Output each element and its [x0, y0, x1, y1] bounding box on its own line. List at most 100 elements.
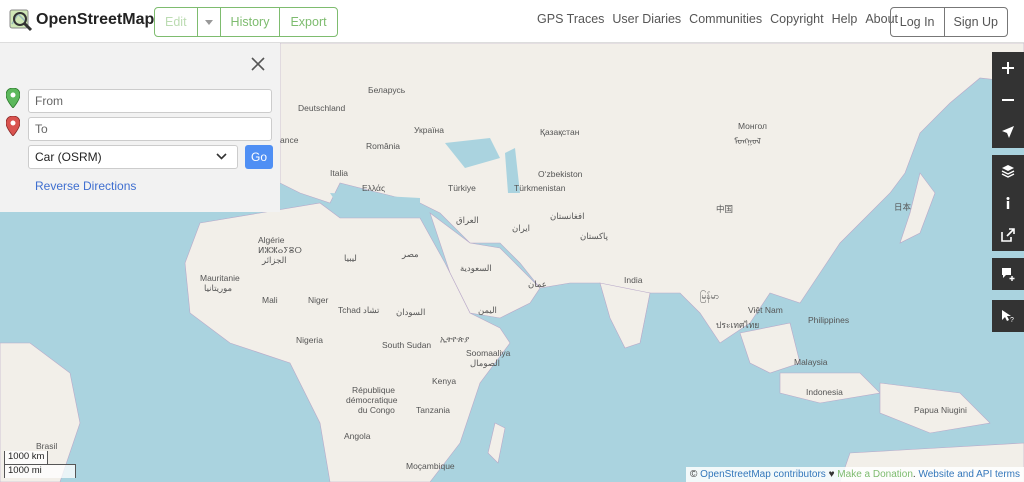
map-label-saudi: السعودية — [460, 263, 492, 273]
map-label-turkiye: Türkiye — [448, 183, 476, 193]
share-button[interactable] — [992, 219, 1024, 251]
map-label-deutschland: Deutschland — [298, 103, 346, 113]
map-label-mongol: Монгол — [738, 121, 768, 131]
from-input[interactable] — [28, 89, 272, 113]
minus-icon — [1002, 99, 1014, 101]
map-label-uzbekiston: O‘zbekiston — [538, 169, 583, 179]
api-terms-link[interactable]: Website and API terms — [918, 469, 1020, 480]
history-button[interactable]: History — [221, 8, 281, 36]
map-label-iraq: العراق — [456, 215, 479, 225]
nav-help[interactable]: Help — [832, 12, 858, 26]
info-icon — [1006, 197, 1010, 209]
nav-gps-traces[interactable]: GPS Traces — [537, 12, 604, 26]
map-label-iran: ایران — [512, 223, 531, 233]
reverse-directions-link[interactable]: Reverse Directions — [35, 179, 136, 193]
login-button[interactable]: Log In — [891, 8, 945, 36]
caret-down-icon — [204, 19, 213, 25]
map-label-niger: Niger — [308, 295, 329, 305]
map-label-kazakhstan: Қазақстан — [540, 127, 580, 137]
map-label-rdc-3: du Congo — [358, 405, 395, 415]
map-label-somalia: Soomaaliya — [466, 348, 511, 358]
map-label-zhongguo: 中国 — [716, 204, 734, 214]
map-label-nihon: 日本 — [894, 202, 912, 212]
close-icon[interactable] — [250, 56, 266, 72]
top-nav: GPS Traces User Diaries Communities Copy… — [537, 12, 898, 26]
edit-button[interactable]: Edit — [155, 8, 198, 36]
map-label-malaysia: Malaysia — [794, 357, 828, 367]
map-label-yemen: اليمن — [478, 305, 497, 315]
map-label-myanmar: မြန်မာ — [700, 291, 720, 301]
routing-engine-select[interactable]: Car (OSRM) — [28, 145, 238, 169]
openstreetmap-logo-icon[interactable] — [8, 8, 34, 34]
map-label-mauritanie: Mauritanie — [200, 273, 240, 283]
note-tools — [992, 258, 1024, 290]
geolocate-button[interactable] — [992, 116, 1024, 148]
map-key-button[interactable] — [992, 187, 1024, 219]
cursor-question-icon: ? — [1002, 310, 1014, 323]
edit-dropdown-button[interactable] — [198, 8, 221, 36]
map-label-south-sudan: South Sudan — [382, 340, 432, 350]
signup-button[interactable]: Sign Up — [945, 8, 1007, 36]
map-label-algerie: Algérie — [258, 235, 285, 245]
map-label-kenya: Kenya — [432, 376, 457, 386]
map-label-belarus: Беларусь — [368, 85, 406, 95]
donate-link[interactable]: Make a Donation — [837, 469, 913, 480]
start-marker-icon — [6, 88, 20, 108]
query-tools: ? — [992, 300, 1024, 332]
map-label-thailand: ประเทศไทย — [716, 320, 760, 330]
attribution-contributors-link[interactable]: OpenStreetMap contributors — [700, 469, 826, 480]
map-label-afghanistan: افغانستان — [550, 211, 585, 221]
layers-button[interactable] — [992, 155, 1024, 187]
map-label-rdc-1: République — [352, 385, 396, 395]
map-label-france: ance — [280, 135, 299, 145]
nav-copyright[interactable]: Copyright — [770, 12, 824, 26]
add-note-icon — [1002, 268, 1015, 281]
map-label-turkmenistan: Türkmenistan — [514, 183, 566, 193]
map-label-ethiopia: ኢትዮጵያ — [440, 334, 470, 344]
map-label-tchad: Tchad تشاد — [338, 305, 380, 315]
layers-icon — [1001, 165, 1015, 178]
nav-user-diaries[interactable]: User Diaries — [612, 12, 681, 26]
map-label-pakistan: پاکستان — [580, 231, 608, 241]
edit-button-group: Edit History Export — [154, 7, 338, 37]
attribution: © OpenStreetMap contributors ♥ Make a Do… — [686, 467, 1024, 482]
map-label-somalia-arabic: الصومال — [470, 358, 501, 368]
chevron-down-icon — [216, 153, 227, 160]
map-label-sudan: السودان — [396, 307, 426, 317]
map-label-mauritanie-arabic: موريتانيا — [204, 283, 233, 293]
auth-buttons: Log In Sign Up — [889, 7, 1008, 37]
query-features-button[interactable]: ? — [992, 300, 1024, 332]
map-label-angola: Angola — [344, 431, 371, 441]
scale-mi: 1000 mi — [4, 464, 76, 478]
copyright-symbol: © — [690, 469, 698, 480]
routing-engine-value: Car (OSRM) — [35, 150, 102, 164]
to-input[interactable] — [28, 117, 272, 141]
zoom-in-button[interactable] — [992, 52, 1024, 84]
go-button[interactable]: Go — [245, 145, 273, 169]
add-note-button[interactable] — [992, 258, 1024, 290]
brand-name[interactable]: OpenStreetMap — [36, 11, 154, 29]
map-label-rdc-2: démocratique — [346, 395, 398, 405]
directions-panel: Car (OSRM) Go Reverse Directions — [0, 43, 280, 212]
map-label-libya: ليبيا — [344, 253, 357, 263]
map-label-nigeria: Nigeria — [296, 335, 323, 345]
map-label-italia: Italia — [330, 168, 348, 178]
map-label-mongol-script: ᠮᠣᠩᠭᠣᠯ — [734, 136, 761, 146]
map-label-algerie-arabic: الجزائر — [262, 255, 287, 265]
nav-communities[interactable]: Communities — [689, 12, 762, 26]
map-label-mocambique: Moçambique — [406, 461, 455, 471]
export-button[interactable]: Export — [280, 8, 336, 36]
scale-km: 1000 km — [4, 451, 48, 465]
map-tools — [992, 155, 1024, 251]
map-label-indonesia: Indonesia — [806, 387, 843, 397]
header: OpenStreetMap Edit History Export GPS Tr… — [0, 0, 1024, 43]
map-label-vietnam: Việt Nam — [748, 305, 783, 315]
location-arrow-icon — [1002, 126, 1014, 138]
zoom-controls — [992, 52, 1024, 148]
map-label-papua: Papua Niugini — [914, 405, 967, 415]
zoom-out-button[interactable] — [992, 84, 1024, 116]
map-label-oman: عمان — [528, 279, 547, 289]
map-label-misr: مصر — [402, 249, 419, 259]
map-label-ellas: Ελλάς — [362, 183, 386, 193]
map-label-mali: Mali — [262, 295, 278, 305]
